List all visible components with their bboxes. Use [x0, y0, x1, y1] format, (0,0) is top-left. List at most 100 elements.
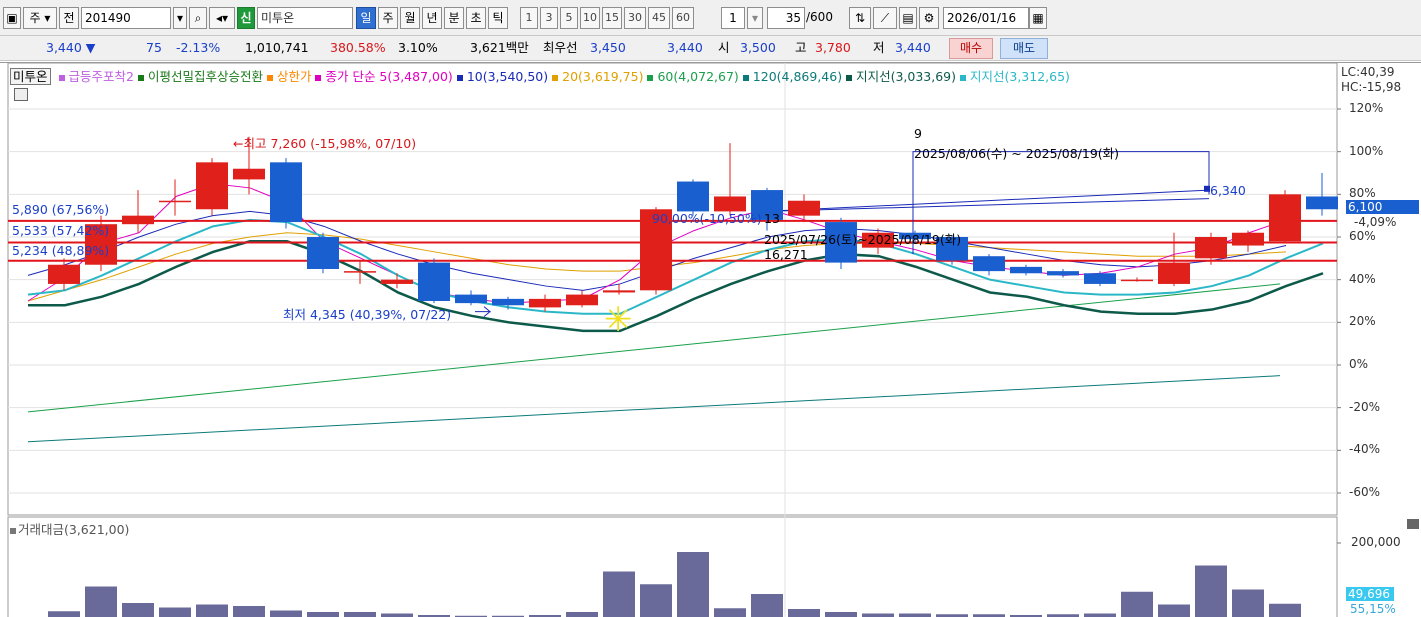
date-input[interactable]: 2026/01/16: [943, 7, 1029, 29]
period-button-1[interactable]: 주: [378, 7, 398, 29]
ask-price: 3,450: [590, 40, 626, 55]
price-axis-tick: 120%: [1349, 101, 1384, 115]
save-icon[interactable]: ▤: [899, 7, 917, 29]
chart-area[interactable]: ✳ 미투온 급등주포착2 이평선밀집후상승전환 상한가 종가 단순 5(3,487,0…: [0, 62, 1421, 617]
candle-body: [1306, 196, 1338, 210]
legend-item-1[interactable]: 이평선밀집후상승전환: [137, 69, 263, 84]
price-axis-tick: -60%: [1349, 485, 1381, 499]
legend-item-3[interactable]: 종가 단순 5(3,487,00): [315, 69, 453, 84]
candle-body: [1158, 262, 1190, 284]
legend-item-9[interactable]: 지지선(3,312,65): [960, 69, 1070, 84]
volume-bar: [825, 612, 857, 617]
speaker-icon[interactable]: ◂▾: [209, 7, 235, 29]
stock-name-field[interactable]: 미투온: [257, 7, 353, 29]
period-button-2[interactable]: 월: [400, 7, 420, 29]
volume-bar: [1232, 589, 1264, 617]
open-price: 3,500: [740, 40, 776, 55]
volume-bar: [566, 612, 598, 617]
volume-bar: [751, 594, 783, 617]
count-input[interactable]: 35: [767, 7, 805, 29]
interval-button-6[interactable]: 45: [648, 7, 670, 29]
interval-select-arrow-icon[interactable]: ▾: [747, 7, 763, 29]
volume-bar: [677, 552, 709, 617]
chart-type-icon[interactable]: ⇅: [849, 7, 871, 29]
period-button-4[interactable]: 분: [444, 7, 464, 29]
interval-button-5[interactable]: 30: [624, 7, 646, 29]
volume-bar: [1269, 603, 1301, 617]
interval-button-0[interactable]: 1: [520, 7, 538, 29]
legend-item-text: 이평선밀집후상승전환: [147, 69, 263, 84]
volume-bar: [788, 609, 820, 617]
price-chart[interactable]: ✳: [0, 63, 1421, 617]
legend-items: 급등주포착2 이평선밀집후상승전환 상한가 종가 단순 5(3,487,00) 10(3…: [58, 69, 1074, 84]
type-label: 주: [29, 11, 41, 25]
interval-button-3[interactable]: 10: [580, 7, 600, 29]
volume-bar: [899, 613, 931, 617]
period-button-6[interactable]: 틱: [488, 7, 508, 29]
volume-bar: [233, 606, 265, 617]
period-button-0[interactable]: 일: [356, 7, 376, 29]
candle-body: [1010, 266, 1042, 274]
price-change: 75: [146, 40, 162, 55]
legend-item-2[interactable]: 상한가: [266, 69, 311, 84]
candle-body: [1121, 279, 1153, 282]
interval-select[interactable]: 1: [721, 7, 745, 29]
low-label: 저: [873, 40, 885, 55]
legend-item-6[interactable]: 60(4,072,67): [647, 69, 739, 84]
period-button-3[interactable]: 년: [422, 7, 442, 29]
gear-icon[interactable]: ⚙: [919, 7, 939, 29]
stock-code-input[interactable]: 201490: [81, 7, 171, 29]
high-label: 고: [795, 40, 807, 55]
legend-item-0[interactable]: 급등주포착2: [58, 69, 134, 84]
indicator-legend: 미투온 급등주포착2 이평선밀집후상승전환 상한가 종가 단순 5(3,487,00)…: [10, 66, 1078, 85]
volume-bar: [344, 612, 376, 617]
dropdown-icon[interactable]: ▾: [173, 7, 187, 29]
layout-icon[interactable]: ▣: [3, 7, 21, 29]
volume-ratio: 380.58%: [330, 40, 386, 55]
interval-button-7[interactable]: 60: [672, 7, 694, 29]
trade-amount: 3,621백만: [470, 40, 529, 55]
legend-square-icon: [960, 74, 966, 81]
volume-bar: [159, 607, 191, 617]
legend-square-icon: [58, 74, 65, 81]
legend-stock-name[interactable]: 미투온: [10, 68, 51, 85]
turnover: 3.10%: [398, 40, 438, 55]
volume-bar: [1084, 613, 1116, 617]
grid-toggle-icon[interactable]: [14, 88, 28, 101]
range-count: 9: [914, 126, 922, 141]
price-axis-tick: 80%: [1349, 186, 1376, 201]
prefix-label: 전: [59, 7, 79, 29]
sell-button[interactable]: 매도: [1000, 38, 1048, 59]
candle-body: [344, 271, 376, 273]
interval-button-2[interactable]: 5: [560, 7, 578, 29]
interval-button-1[interactable]: 3: [540, 7, 558, 29]
volume-current-pct: 55,15%: [1350, 602, 1396, 616]
candle-body: [1232, 232, 1264, 246]
calendar-icon[interactable]: ▦: [1029, 7, 1047, 29]
volume-bar: [196, 604, 228, 617]
market-badge: 신: [237, 7, 255, 29]
signal-star-icon: ✳: [604, 300, 633, 340]
volume-bar: [85, 586, 117, 617]
level-label-1: 5,890 (67,56%): [12, 202, 110, 217]
period-button-5[interactable]: 초: [466, 7, 486, 29]
legend-item-7[interactable]: 120(4,869,46): [742, 69, 842, 84]
search-icon[interactable]: ⌕: [189, 7, 207, 29]
legend-item-4[interactable]: 10(3,540,50): [456, 69, 548, 84]
candle-body: [307, 237, 339, 269]
legend-item-5[interactable]: 20(3,619,75): [552, 69, 643, 84]
type-selector[interactable]: 주 ▾: [23, 7, 57, 29]
low-price: 3,440: [895, 40, 931, 55]
legend-square-icon: [552, 74, 559, 81]
legend-item-text: 60(4,072,67): [657, 69, 739, 84]
trendline-icon[interactable]: ⟋: [873, 7, 897, 29]
volume-panel-menu-icon[interactable]: [1407, 519, 1419, 529]
high-annotation: ←최고 7,260 (-15,98%, 07/10): [233, 136, 417, 151]
interval-button-4[interactable]: 15: [602, 7, 622, 29]
buy-button[interactable]: 매수: [949, 38, 993, 59]
candle-body: [381, 279, 413, 284]
volume-bar: [714, 608, 746, 617]
level-label-2: 5,533 (57,42%): [12, 223, 110, 238]
current-pct-label: -4,09%: [1354, 215, 1397, 229]
legend-item-8[interactable]: 지지선(3,033,69): [846, 69, 956, 84]
